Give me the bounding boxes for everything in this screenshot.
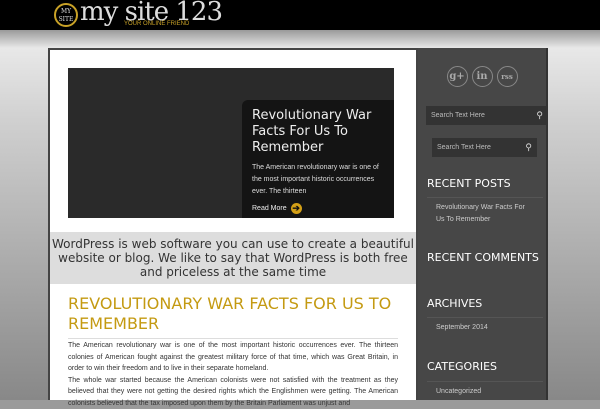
- search-placeholder: Search Text Here: [431, 112, 485, 119]
- logo-badge[interactable]: MY SITE: [54, 3, 78, 27]
- featured-slider: Revolutionary War Facts For Us To Rememb…: [68, 68, 394, 218]
- rss-icon[interactable]: rss: [497, 66, 518, 87]
- site-header: MY SITE my site 123 YOUR ONLINE FRIEND: [0, 0, 600, 30]
- slider-title[interactable]: Revolutionary War Facts For Us To Rememb…: [252, 108, 384, 156]
- recent-posts-heading: RECENT POSTS: [427, 177, 511, 190]
- post-paragraph: The whole war started because the Americ…: [68, 375, 398, 409]
- google-plus-icon[interactable]: g+: [447, 66, 468, 87]
- archive-link[interactable]: September 2014: [427, 317, 543, 338]
- read-more-link[interactable]: Read More ➔: [252, 203, 384, 214]
- categories-heading: CATEGORIES: [427, 360, 497, 373]
- intro-band: WordPress is web software you can use to…: [50, 232, 416, 284]
- category-link[interactable]: Uncategorized: [427, 381, 543, 402]
- post-title[interactable]: REVOLUTIONARY WAR FACTS FOR US TO REMEMB…: [68, 294, 398, 339]
- main-content: Revolutionary War Facts For Us To Rememb…: [48, 48, 418, 400]
- search-placeholder: Search Text Here: [437, 144, 491, 151]
- slider-caption: Revolutionary War Facts For Us To Rememb…: [242, 100, 394, 218]
- recent-comments-heading: RECENT COMMENTS: [427, 251, 539, 264]
- sidebar: g+ in rss Search Text Here ⚲ Search Text …: [418, 48, 548, 400]
- read-more-label: Read More: [252, 205, 287, 212]
- post-paragraph: The American revolutionary war is one of…: [68, 340, 398, 375]
- search-input-2[interactable]: Search Text Here ⚲: [432, 138, 537, 157]
- recent-post-link[interactable]: Revolutionary War Facts For Us To Rememb…: [427, 197, 543, 230]
- social-links: g+ in rss: [418, 66, 546, 87]
- site-tagline: YOUR ONLINE FRIEND: [124, 21, 189, 27]
- linkedin-icon[interactable]: in: [472, 66, 493, 87]
- archives-heading: ARCHIVES: [427, 297, 482, 310]
- search-input-1[interactable]: Search Text Here ⚲: [426, 106, 548, 125]
- slider-excerpt: The American revolutionary war is one of…: [252, 162, 384, 198]
- arrow-right-icon: ➔: [291, 203, 302, 214]
- search-icon[interactable]: ⚲: [536, 110, 543, 121]
- search-icon[interactable]: ⚲: [525, 142, 532, 153]
- post-body: The American revolutionary war is one of…: [68, 340, 398, 409]
